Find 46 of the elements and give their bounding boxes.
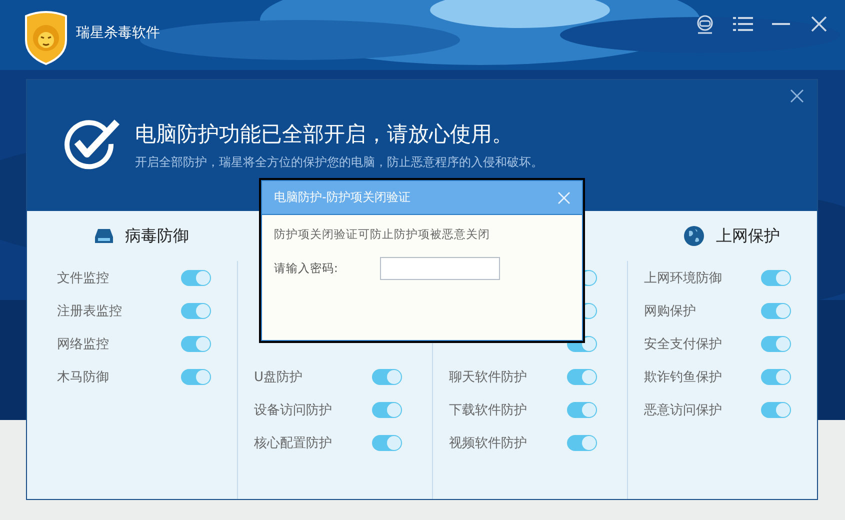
close-icon[interactable]: [790, 89, 804, 103]
close-icon[interactable]: [811, 16, 827, 32]
menu-icon[interactable]: [733, 16, 753, 32]
setting-label: 木马防御: [57, 368, 110, 386]
toggle-switch[interactable]: [567, 402, 597, 418]
drive-icon: [95, 228, 113, 244]
globe-icon: [684, 226, 704, 246]
setting-label: 注册表监控: [57, 302, 123, 320]
setting-label: 下载软件防护: [449, 402, 528, 418]
check-icon: [63, 118, 121, 172]
toggle-switch[interactable]: [181, 368, 211, 384]
setting-label: 视频软件防护: [449, 434, 528, 452]
password-field[interactable]: [380, 257, 500, 280]
setting-label: 上网环境防御: [644, 270, 723, 286]
dialog-message: 防护项关闭验证可防止防护项被恶意关闭: [274, 227, 491, 242]
banner-subtitle: 开启全部防护，瑞星将全方位的保护您的电脑，防止恶意程序的入侵和破坏。: [135, 154, 543, 171]
setting-label: 核心配置防护: [254, 434, 333, 452]
toggle-switch[interactable]: [372, 368, 402, 384]
toggle-switch[interactable]: [372, 434, 402, 450]
toggle-switch[interactable]: [761, 336, 791, 352]
setting-label: U盘防护: [254, 368, 304, 386]
setting-label: 欺诈钓鱼保护: [644, 368, 723, 386]
setting-label: 设备访问防护: [254, 402, 333, 418]
dialog-title: 电脑防护-防护项关闭验证: [274, 189, 410, 206]
toggle-switch[interactable]: [567, 368, 597, 384]
password-label: 请输入密码:: [274, 261, 339, 276]
toggle-switch[interactable]: [761, 270, 791, 286]
app-title: 瑞星杀毒软件: [76, 24, 160, 42]
setting-label: 文件监控: [57, 270, 110, 286]
toggle-switch[interactable]: [181, 302, 211, 318]
toggle-switch[interactable]: [761, 402, 791, 418]
setting-label: 聊天软件防护: [449, 368, 528, 386]
section-heading: 病毒防御: [125, 226, 189, 246]
toggle-switch[interactable]: [372, 402, 402, 418]
toggle-switch[interactable]: [181, 270, 211, 286]
toggle-switch[interactable]: [761, 368, 791, 384]
setting-label: 网络监控: [57, 336, 110, 352]
banner-title: 电脑防护功能已全部开启，请放心使用。: [135, 121, 514, 148]
toggle-switch[interactable]: [761, 302, 791, 318]
toggle-switch[interactable]: [567, 434, 597, 450]
section-heading: 上网保护: [716, 226, 780, 246]
setting-label: 安全支付保护: [644, 336, 723, 352]
setting-label: 恶意访问保护: [644, 402, 723, 418]
minimize-icon[interactable]: [772, 22, 790, 26]
setting-label: 网购保护: [644, 302, 697, 320]
toggle-switch[interactable]: [181, 336, 211, 352]
